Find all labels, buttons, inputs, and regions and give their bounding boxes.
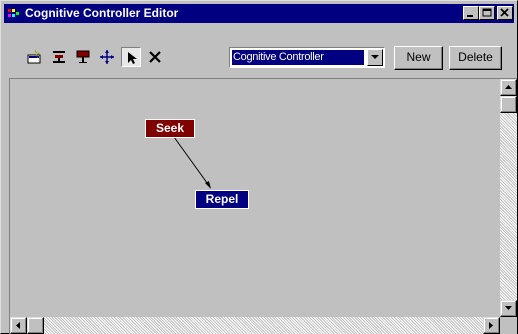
title-bar[interactable]: Cognitive Controller Editor: [4, 4, 514, 23]
graph-canvas[interactable]: Seek Repel: [9, 78, 517, 334]
delete-tool[interactable]: [145, 47, 165, 67]
editor-window: Cognitive Controller Editor Cognitive Co…: [0, 0, 518, 334]
new-node-tool[interactable]: [24, 47, 44, 67]
delete-button[interactable]: Delete: [449, 46, 502, 70]
pin-icon: [76, 50, 90, 63]
maximize-button[interactable]: [479, 6, 495, 20]
vertical-scroll-thumb[interactable]: [500, 96, 517, 113]
graph-edge-seek-repel: [173, 136, 211, 189]
controller-select[interactable]: Cognitive Controller: [229, 47, 385, 68]
close-icon: [500, 8, 509, 17]
align-icon: [53, 51, 65, 63]
scrollbar-corner: [500, 317, 517, 334]
scroll-up-button[interactable]: [500, 79, 517, 96]
graph-canvas-viewport[interactable]: Seek Repel: [10, 79, 500, 317]
horizontal-scroll-thumb[interactable]: [27, 317, 44, 334]
arrow-down-icon: [505, 306, 512, 310]
new-button[interactable]: New: [394, 46, 443, 70]
move-tool[interactable]: [97, 47, 117, 67]
app-icon: [8, 9, 19, 17]
controller-select-arrow[interactable]: [367, 49, 383, 66]
pointer-tool[interactable]: [121, 47, 141, 67]
close-button[interactable]: [497, 6, 513, 20]
new-node-icon: [27, 49, 41, 64]
chevron-down-icon: [371, 55, 379, 59]
minimize-icon: [467, 15, 473, 17]
vertical-scrollbar[interactable]: [500, 79, 517, 317]
arrow-up-icon: [505, 85, 512, 89]
minimize-button[interactable]: [463, 6, 479, 20]
scroll-down-button[interactable]: [500, 300, 517, 317]
controller-select-value: Cognitive Controller: [232, 50, 364, 65]
pin-tool[interactable]: [73, 47, 93, 67]
pointer-icon: [128, 52, 137, 64]
arrow-left-icon: [16, 322, 20, 329]
node-repel[interactable]: Repel: [195, 190, 249, 209]
arrow-right-icon: [489, 322, 493, 329]
delete-x-icon: [149, 51, 161, 63]
maximize-icon: [482, 8, 492, 17]
scroll-right-button[interactable]: [483, 317, 500, 334]
scroll-left-button[interactable]: [10, 317, 27, 334]
node-seek[interactable]: Seek: [145, 119, 195, 138]
move-icon: [100, 50, 114, 64]
horizontal-scrollbar[interactable]: [10, 317, 500, 334]
window-title: Cognitive Controller Editor: [25, 6, 179, 20]
align-tool[interactable]: [49, 47, 69, 67]
